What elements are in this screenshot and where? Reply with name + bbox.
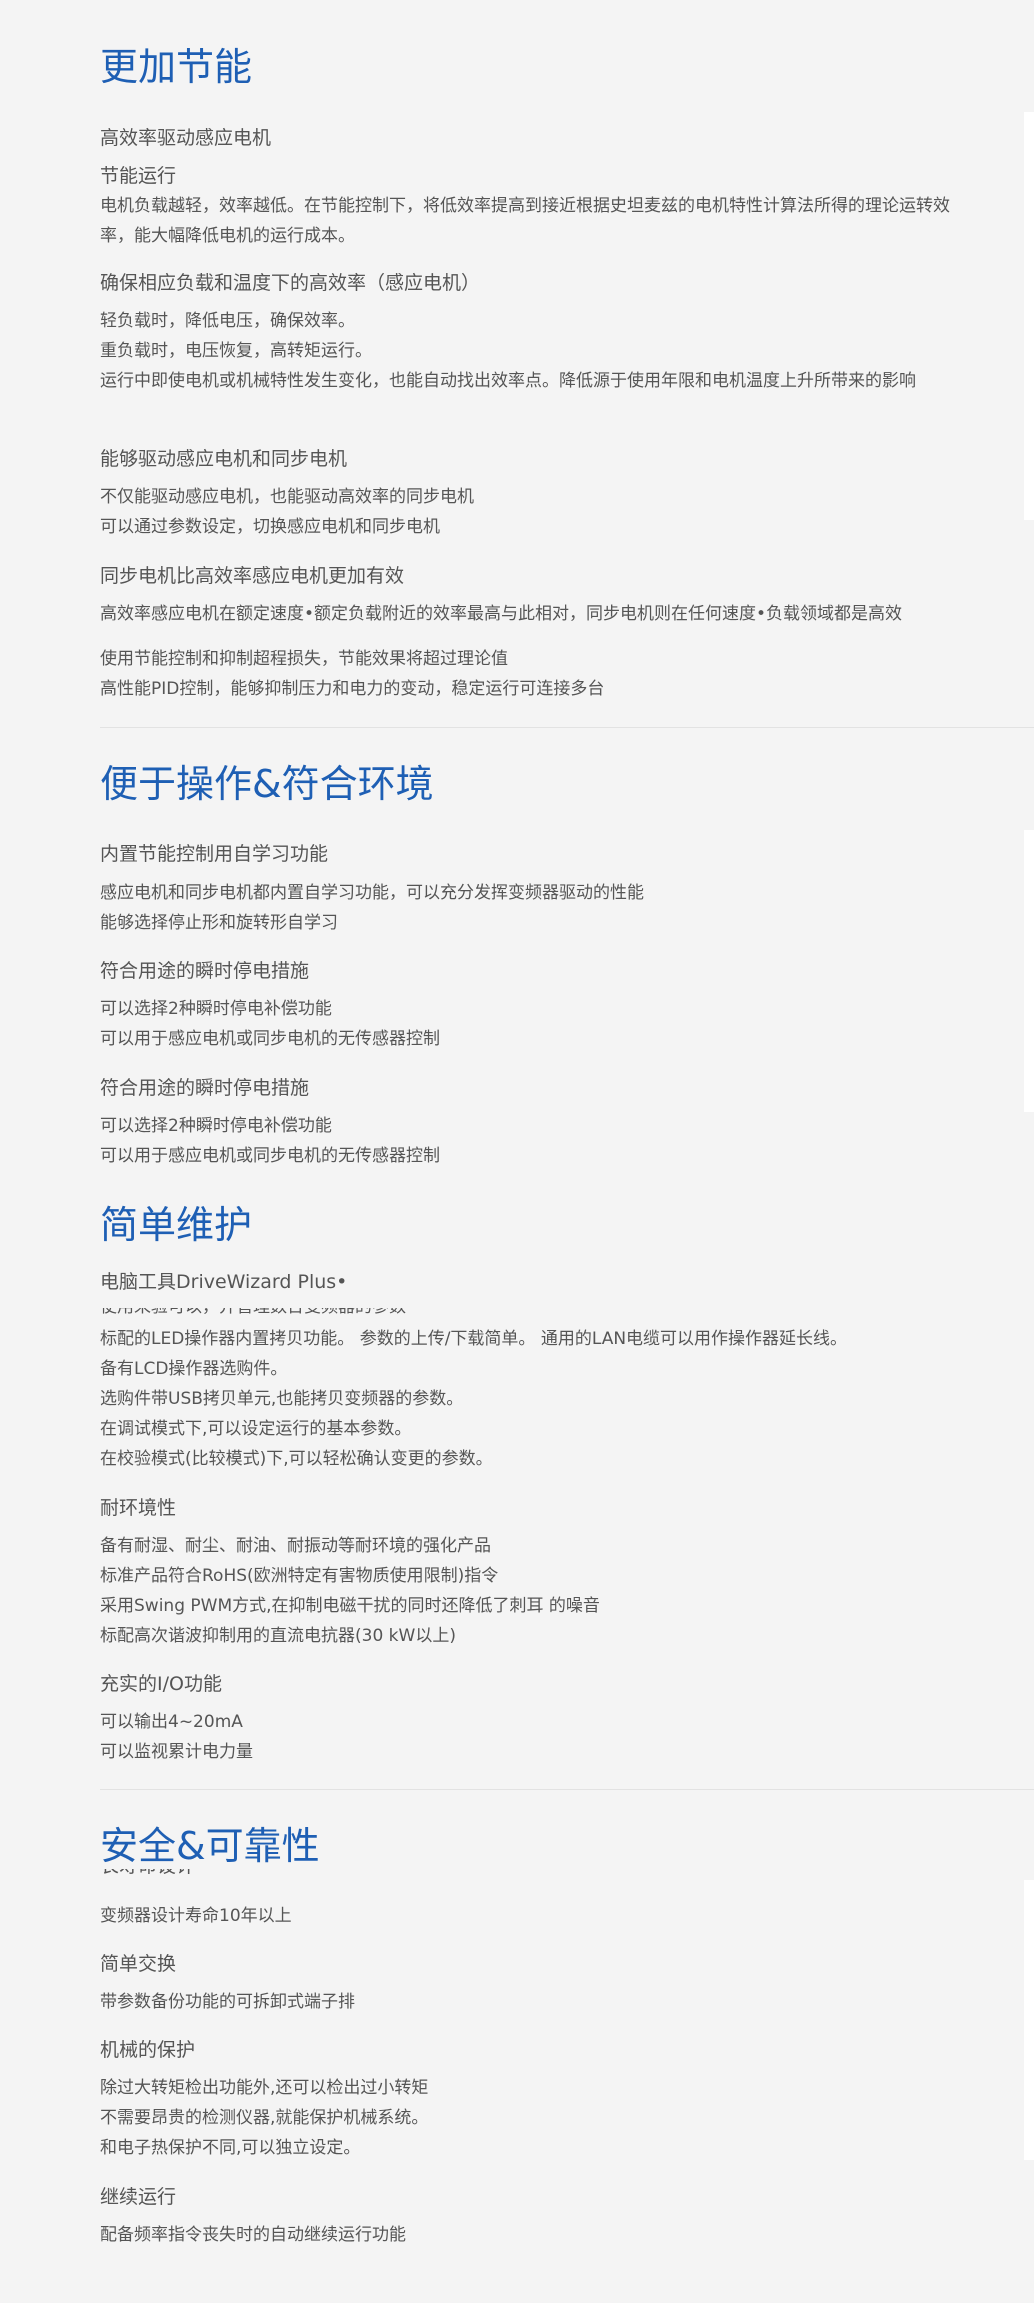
item-subtitle: 节能运行 xyxy=(100,165,177,187)
item-text: 标配高次谐波抑制用的直流电抗器(30 kW以上) xyxy=(100,1626,456,1646)
item-text: 可以选择2种瞬时停电补偿功能 xyxy=(100,999,332,1019)
clipped-subtitle: 长寿命设计 xyxy=(100,1868,400,1880)
item-subtitle: 机械的保护 xyxy=(100,2039,196,2061)
item-text: 可以输出4~20mA xyxy=(100,1712,243,1732)
section-maintenance: 简单维护 xyxy=(100,1202,252,1248)
clipped-subtitle-content: 长寿命设计 xyxy=(100,1868,195,1880)
clipped-text: 使用来验可以，并管理数台变频器的参数 xyxy=(100,1308,700,1322)
item-subtitle: 简单交换 xyxy=(100,1953,177,1975)
item-text: 能够选择停止形和旋转形自学习 xyxy=(100,913,338,933)
item-text: 变频器设计寿命10年以上 xyxy=(100,1906,292,1926)
item-text: 不仅能驱动感应电机，也能驱动高效率的同步电机 xyxy=(100,487,474,507)
item-subtitle: 高效率驱动感应电机 xyxy=(100,127,272,149)
item-text: 采用Swing PWM方式,在抑制电磁干扰的同时还降低了刺耳 的噪音 xyxy=(100,1596,600,1616)
side-panel-2 xyxy=(1024,830,1034,1112)
item-subtitle: 能够驱动感应电机和同步电机 xyxy=(100,448,348,470)
section-title: 更加节能 xyxy=(100,45,253,89)
item-text: 使用节能控制和抑制超程损失，节能效果将超过理论值 xyxy=(100,649,508,669)
item-text: 备有耐湿、耐尘、耐油、耐振动等耐环境的强化产品 xyxy=(100,1536,491,1556)
section-title: 便于操作&符合环境 xyxy=(100,762,434,806)
item-text: 轻负载时，降低电压，确保效率。 xyxy=(100,311,355,331)
item-subtitle: 符合用途的瞬时停电措施 xyxy=(100,1077,310,1099)
item-text: 标配的LED操作器内置拷贝功能。 参数的上传/下载简单。 通用的LAN电缆可以用… xyxy=(100,1329,848,1349)
item-text: 可以通过参数设定，切换感应电机和同步电机 xyxy=(100,517,440,537)
item-text: 除过大转矩检出功能外,还可以检出过小转矩 xyxy=(100,2078,429,2098)
side-panel-1 xyxy=(1024,112,1034,520)
item-text: 在校验模式(比较模式)下,可以轻松确认变更的参数。 xyxy=(100,1449,493,1469)
item-text: 重负载时，电压恢复，高转矩运行。 xyxy=(100,341,372,361)
item-text: 选购件带USB拷贝单元,也能拷贝变频器的参数。 xyxy=(100,1389,464,1409)
page: 更加节能 高效率驱动感应电机 节能运行 电机负载越轻，效率越低。在节能控制下，将… xyxy=(0,0,1034,2303)
item-text: 可以用于感应电机或同步电机的无传感器控制 xyxy=(100,1029,440,1049)
item-text: 电机负载越轻，效率越低。在节能控制下，将低效率提高到接近根据史坦麦兹的电机特性计… xyxy=(100,196,950,246)
item-text: 在调试模式下,可以设定运行的基本参数。 xyxy=(100,1419,412,1439)
side-panel-3 xyxy=(1024,1880,1034,2160)
item-subtitle: 同步电机比高效率感应电机更加有效 xyxy=(100,565,405,587)
item-subtitle: 耐环境性 xyxy=(100,1497,177,1519)
item-text: 感应电机和同步电机都内置自学习功能，可以充分发挥变频器驱动的性能 xyxy=(100,883,644,903)
item-text: 可以监视累计电力量 xyxy=(100,1742,253,1762)
item-text: 高效率感应电机在额定速度•额定负载附近的效率最高与此相对，同步电机则在任何速度•… xyxy=(100,604,903,624)
section-title: 安全&可靠性 xyxy=(100,1824,320,1868)
section-divider xyxy=(100,727,1034,728)
item-text: 带参数备份功能的可拆卸式端子排 xyxy=(100,1992,355,2012)
item-subtitle: 内置节能控制用自学习功能 xyxy=(100,843,329,865)
item-text: 配备频率指令丧失时的自动继续运行功能 xyxy=(100,2225,406,2245)
item-text: 和电子热保护不同,可以独立设定。 xyxy=(100,2138,361,2158)
clipped-text-content: 使用来验可以，并管理数台变频器的参数 xyxy=(100,1308,406,1322)
item-text: 备有LCD操作器选购件。 xyxy=(100,1359,288,1379)
section-title: 简单维护 xyxy=(100,1203,253,1247)
item-text: 运行中即使电机或机械特性发生变化，也能自动找出效率点。降低源于使用年限和电机温度… xyxy=(100,371,916,391)
section-divider xyxy=(100,1789,1034,1790)
item-subtitle: 电脑工具DriveWizard Plus• xyxy=(100,1271,348,1293)
item-text: 不需要昂贵的检测仪器,就能保护机械系统。 xyxy=(100,2108,429,2128)
item-subtitle: 继续运行 xyxy=(100,2186,177,2208)
item-subtitle: 符合用途的瞬时停电措施 xyxy=(100,960,310,982)
item-subtitle: 确保相应负载和温度下的高效率（感应电机） xyxy=(100,272,481,294)
item-text: 标准产品符合RoHS(欧洲特定有害物质使用限制)指令 xyxy=(100,1566,499,1586)
item-text: 可以选择2种瞬时停电补偿功能 xyxy=(100,1116,332,1136)
section-energy: 更加节能 xyxy=(100,44,252,90)
item-subtitle: 充实的I/O功能 xyxy=(100,1673,222,1695)
item-text: 可以用于感应电机或同步电机的无传感器控制 xyxy=(100,1146,440,1166)
item-text: 高性能PID控制，能够抑制压力和电力的变动，稳定运行可连接多台 xyxy=(100,679,605,699)
section-operation: 便于操作&符合环境 xyxy=(100,761,434,807)
section-safety: 安全&可靠性 xyxy=(100,1823,320,1869)
